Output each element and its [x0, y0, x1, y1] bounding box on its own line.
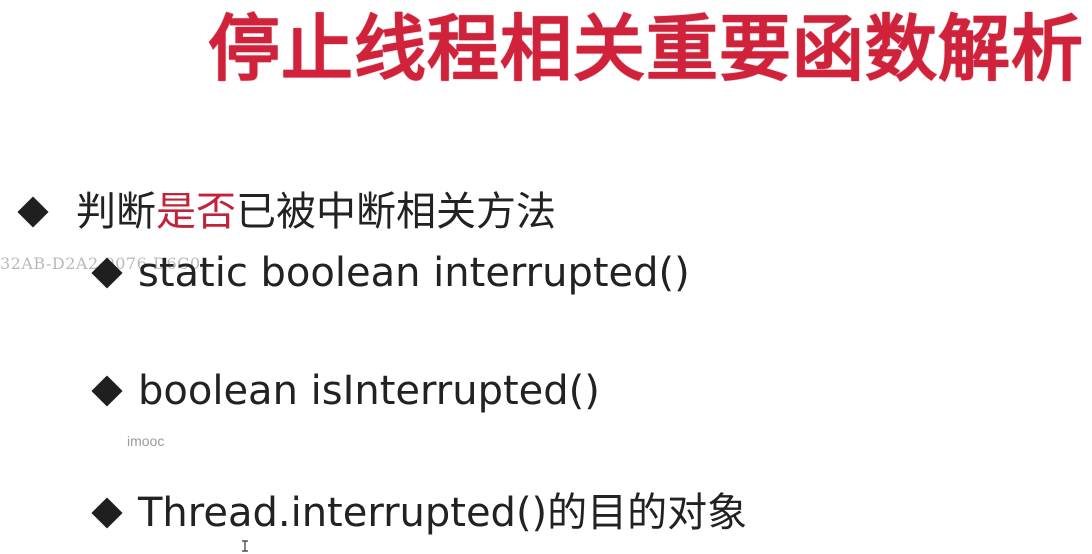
diamond-bullet-icon [91, 257, 123, 289]
text-cursor-icon [242, 540, 248, 552]
heading-bullet: 判断是否已被中断相关方法 [17, 188, 556, 236]
brand-watermark: imooc [127, 433, 165, 449]
heading-suffix: 已被中断相关方法 [236, 189, 556, 235]
sub-bullet-item: Thread.interrupted()的目的对象 [90, 488, 747, 538]
heading-prefix: 判断 [76, 189, 156, 235]
diamond-bullet-icon [91, 497, 123, 529]
heading-accent: 是否 [156, 189, 236, 235]
heading-text: 判断是否已被中断相关方法 [76, 188, 556, 236]
sub-bullet-label: boolean isInterrupted() [138, 368, 600, 414]
diamond-bullet-icon [17, 196, 49, 228]
slide-title: 停止线程相关重要函数解析 [207, 7, 1084, 91]
sub-bullet-label: static boolean interrupted() [138, 250, 690, 296]
diamond-bullet-icon [91, 375, 123, 407]
sub-bullet-item: boolean isInterrupted() [90, 366, 600, 416]
slide: 停止线程相关重要函数解析 判断是否已被中断相关方法 32AB-D2A2-0076… [0, 0, 1092, 554]
sub-bullet-item: static boolean interrupted() [90, 248, 690, 298]
sub-bullet-label: Thread.interrupted()的目的对象 [138, 490, 748, 536]
